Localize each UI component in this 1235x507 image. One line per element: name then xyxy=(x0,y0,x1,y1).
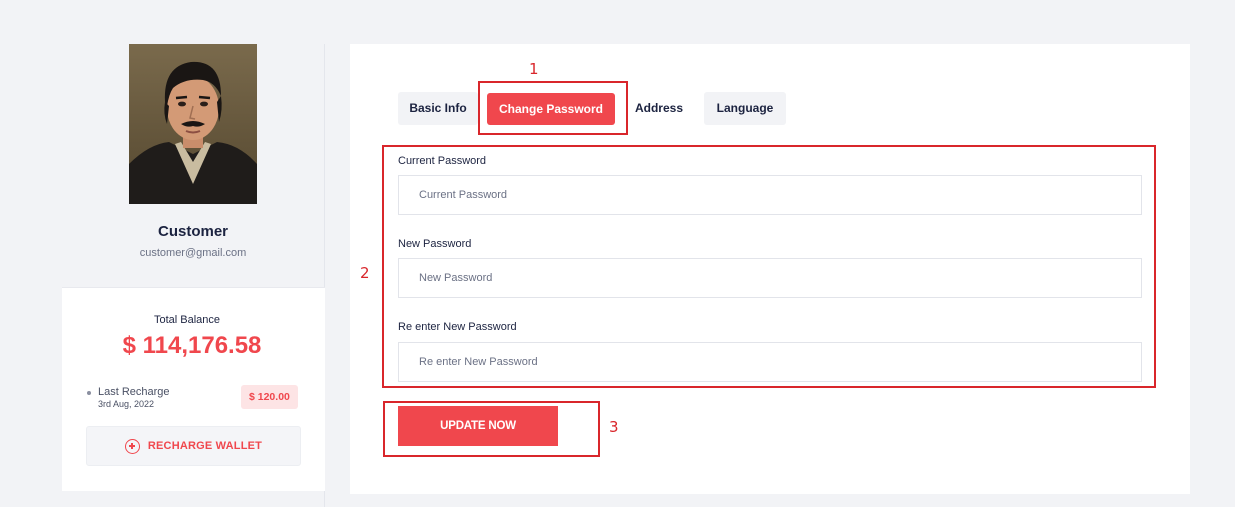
total-balance-label: Total Balance xyxy=(153,314,221,326)
user-email: customer@gmail.com xyxy=(139,247,247,259)
annotation-box-2 xyxy=(382,145,1156,388)
annotation-number-1: 1 xyxy=(529,60,539,78)
tab-language[interactable]: Language xyxy=(704,92,786,125)
last-recharge-amount-badge: $ 120.00 xyxy=(241,385,298,409)
profile-sidebar: Customer customer@gmail.com Total Balanc… xyxy=(62,44,325,507)
plus-circle-icon xyxy=(124,438,140,454)
last-recharge-label: Last Recharge xyxy=(98,386,170,398)
annotation-box-3 xyxy=(383,401,600,457)
total-balance-amount: $ 114,176.58 xyxy=(122,332,262,359)
wallet-card: Total Balance $ 114,176.58 Last Recharge… xyxy=(62,287,325,491)
annotation-box-1 xyxy=(478,81,628,135)
avatar xyxy=(129,44,257,204)
tab-address[interactable]: Address xyxy=(620,92,698,125)
annotation-number-3: 3 xyxy=(609,418,619,436)
recharge-wallet-label: RECHARGE WALLET xyxy=(147,440,263,452)
recharge-wallet-button[interactable]: RECHARGE WALLET xyxy=(86,426,301,466)
tab-basic-info[interactable]: Basic Info xyxy=(398,92,478,125)
last-recharge-date: 3rd Aug, 2022 xyxy=(98,399,155,409)
user-name: Customer xyxy=(157,223,228,240)
annotation-number-2: 2 xyxy=(360,264,370,282)
bullet-dot xyxy=(87,391,91,395)
